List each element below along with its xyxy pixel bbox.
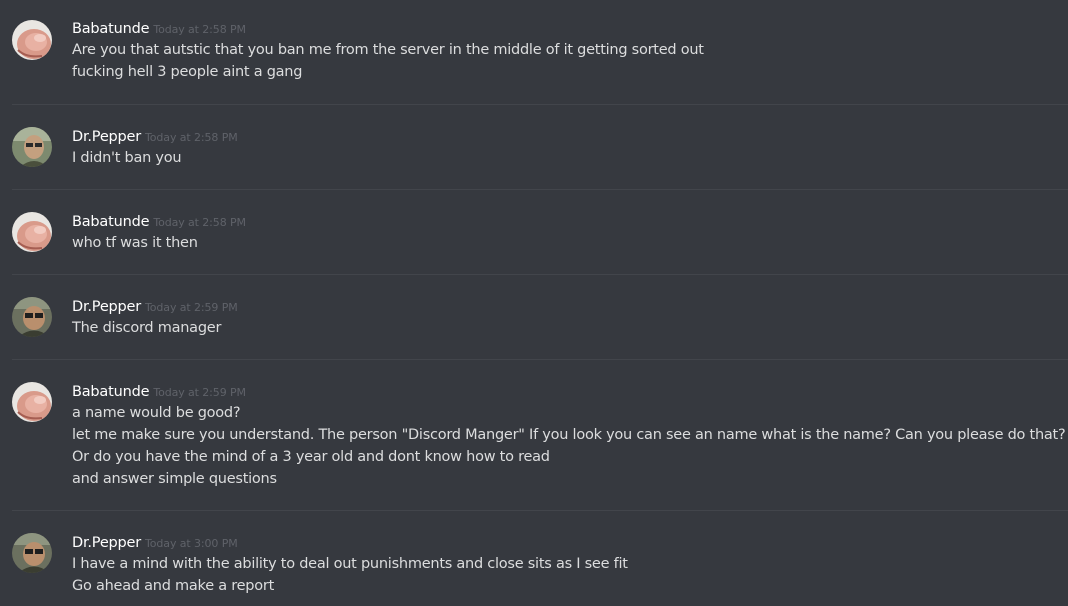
- message-line: The discord manager: [72, 320, 222, 336]
- message-divider: [12, 359, 1068, 360]
- message-divider: [12, 189, 1068, 190]
- username[interactable]: Babatunde: [72, 214, 150, 230]
- message-line: let me make sure you understand. The per…: [72, 427, 1066, 443]
- message-content: Are you that autstic that you ban me fro…: [72, 39, 1062, 83]
- username[interactable]: Babatunde: [72, 384, 150, 400]
- message-line: who tf was it then: [72, 235, 198, 251]
- message-line: Go ahead and make a report: [72, 578, 275, 594]
- username[interactable]: Dr.Pepper: [72, 299, 141, 315]
- message-content: The discord manager: [72, 317, 1062, 339]
- drpepper-avatar-icon[interactable]: [12, 533, 52, 573]
- message-header: Babatunde Today at 2:58 PM: [72, 211, 246, 231]
- chat-messages: Babatunde Today at 2:58 PM Are you that a…: [0, 0, 1068, 606]
- timestamp: Today at 2:58 PM: [153, 216, 246, 229]
- message-header: Babatunde Today at 2:59 PM: [72, 381, 246, 401]
- message-header: Dr.Pepper Today at 2:58 PM: [72, 126, 238, 146]
- message-line: a name would be good?: [72, 405, 241, 421]
- babatunde-avatar-icon[interactable]: [12, 20, 52, 60]
- message-header: Dr.Pepper Today at 3:00 PM: [72, 532, 238, 552]
- timestamp: Today at 2:59 PM: [145, 301, 238, 314]
- message-divider: [12, 104, 1068, 105]
- message-divider: [12, 274, 1068, 275]
- username[interactable]: Babatunde: [72, 21, 150, 37]
- message-divider: [12, 510, 1068, 511]
- message-content: who tf was it then: [72, 232, 1062, 254]
- babatunde-avatar-icon[interactable]: [12, 212, 52, 252]
- timestamp: Today at 2:58 PM: [153, 23, 246, 36]
- message-line: Or do you have the mind of a 3 year old …: [72, 449, 550, 465]
- message-content: I have a mind with the ability to deal o…: [72, 553, 1062, 597]
- timestamp: Today at 2:59 PM: [153, 386, 246, 399]
- message-line: fucking hell 3 people aint a gang: [72, 64, 303, 80]
- username[interactable]: Dr.Pepper: [72, 129, 141, 145]
- message-content: I didn't ban you: [72, 147, 1062, 169]
- timestamp: Today at 3:00 PM: [145, 537, 238, 550]
- message-line: I have a mind with the ability to deal o…: [72, 556, 628, 572]
- username[interactable]: Dr.Pepper: [72, 535, 141, 551]
- timestamp: Today at 2:58 PM: [145, 131, 238, 144]
- message-line: Are you that autstic that you ban me fro…: [72, 42, 704, 58]
- message-line: I didn't ban you: [72, 150, 182, 166]
- message-header: Babatunde Today at 2:58 PM: [72, 18, 246, 38]
- message-header: Dr.Pepper Today at 2:59 PM: [72, 296, 238, 316]
- drpepper-avatar-icon[interactable]: [12, 127, 52, 167]
- drpepper-avatar-icon[interactable]: [12, 297, 52, 337]
- message-line: and answer simple questions: [72, 471, 277, 487]
- message-content: a name would be good? let me make sure y…: [72, 402, 1066, 490]
- babatunde-avatar-icon[interactable]: [12, 382, 52, 422]
